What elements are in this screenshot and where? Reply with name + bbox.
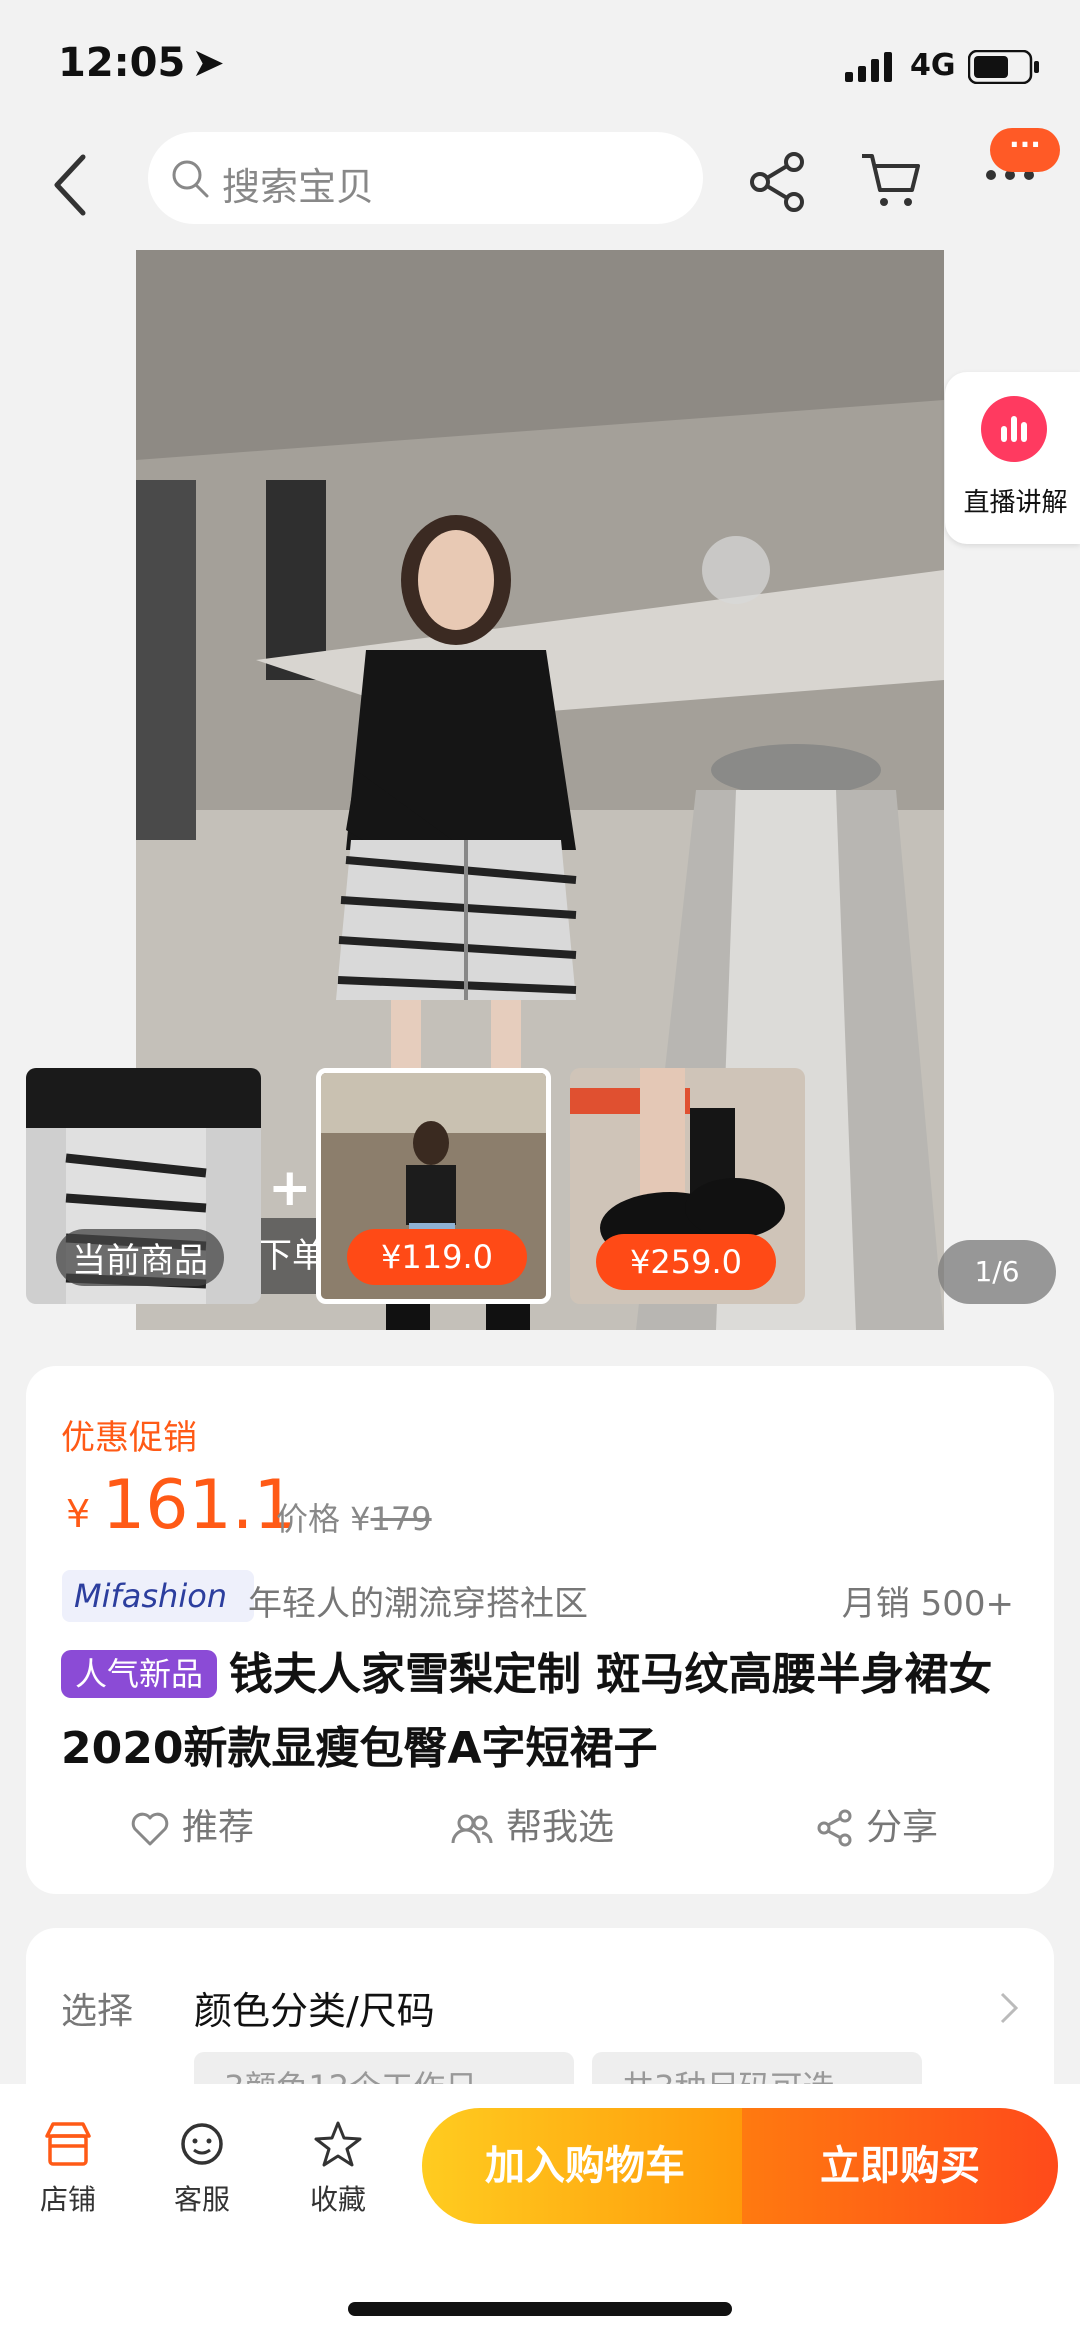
price-currency: ¥ <box>66 1492 91 1536</box>
heart-icon <box>131 1812 169 1846</box>
brand-name: ifashion <box>101 1577 228 1615</box>
share-icon[interactable] <box>748 150 808 214</box>
buy-now-button[interactable]: 立即购买 <box>742 2108 1058 2224</box>
recommend-label: 推荐 <box>182 1807 255 1848</box>
favorite-label: 收藏 <box>309 2183 366 2216</box>
network-type: 4G <box>910 48 956 83</box>
search-input[interactable]: 搜索宝贝 <box>148 132 703 224</box>
plus-icon: + <box>268 1158 312 1218</box>
shop-icon <box>45 2122 91 2166</box>
recommend-button[interactable]: 推荐 <box>130 1798 254 1850</box>
brand-logo-icon: Ⅿ <box>74 1577 102 1615</box>
back-icon[interactable] <box>45 145 95 225</box>
star-icon <box>314 2121 362 2167</box>
combo-item-thumb-1[interactable]: ¥119.0 <box>316 1068 551 1304</box>
current-price: 161.1 <box>102 1466 297 1545</box>
battery-icon <box>968 50 1039 84</box>
bottom-action-bar: 店铺 客服 收藏 加入购物车 立即购买 <box>0 2084 1080 2339</box>
message-badge[interactable]: ··· <box>990 128 1060 172</box>
share-small-icon <box>817 1809 852 1847</box>
original-price-value: 179 <box>370 1500 432 1538</box>
signal-icon <box>845 52 892 82</box>
promo-label: 优惠促销 <box>61 1418 197 1458</box>
status-bar: 12:05 ➤ 4G <box>0 0 1080 130</box>
shop-label: 店铺 <box>39 2183 96 2216</box>
new-tag: 人气新品 <box>61 1650 218 1698</box>
select-label: 选择 <box>61 1991 134 2032</box>
add-to-cart-button[interactable]: 加入购物车 <box>422 2108 748 2224</box>
service-label: 客服 <box>173 2183 230 2216</box>
customer-service-tab[interactable]: 客服 <box>152 2120 252 2218</box>
original-price: 价格 ¥179 <box>276 1494 432 1540</box>
combo-item-thumb-2[interactable]: ¥259.0 <box>570 1068 805 1304</box>
product-info-card: 优惠促销 ¥ 161.1 价格 ¥179 Ⅿifashion 年轻人的潮流穿搭社… <box>26 1366 1054 1894</box>
select-value: 颜色分类/尺码 <box>194 1989 435 2033</box>
brand-slogan: 年轻人的潮流穿搭社区 <box>248 1584 588 1624</box>
current-product-thumb[interactable]: 当前商品 <box>26 1068 261 1304</box>
status-time: 12:05 ➤ <box>58 40 225 86</box>
location-icon: ➤ <box>191 40 225 86</box>
live-label: 直播讲解 <box>963 488 1068 518</box>
people-icon <box>451 1814 493 1844</box>
brand-badge[interactable]: Ⅿifashion <box>62 1570 254 1622</box>
live-icon <box>981 396 1047 462</box>
live-explain-button[interactable]: 直播讲解 <box>945 372 1080 544</box>
current-product-label: 当前商品 <box>56 1229 224 1286</box>
chevron-right-icon <box>1000 1992 1019 2024</box>
share-label: 分享 <box>866 1807 939 1848</box>
monthly-sales: 月销 500+ <box>841 1584 1014 1624</box>
image-page-indicator: 1/6 <box>938 1240 1056 1304</box>
combo-price-2: ¥259.0 <box>596 1234 776 1290</box>
favorite-tab[interactable]: 收藏 <box>288 2120 388 2218</box>
product-title: 人气新品 钱夫人家雪梨定制 斑马纹高腰半身裙女2020新款显瘦包臀A字短裙子 <box>61 1638 1036 1786</box>
help-me-choose-label: 帮我选 <box>506 1807 615 1848</box>
cart-icon[interactable] <box>860 150 922 210</box>
combo-price-1: ¥119.0 <box>347 1229 527 1285</box>
help-me-choose-button[interactable]: 帮我选 <box>450 1798 614 1850</box>
share-button[interactable]: 分享 <box>816 1798 938 1850</box>
original-price-label: 价格 ¥ <box>276 1500 371 1538</box>
service-icon <box>181 2123 223 2165</box>
search-placeholder: 搜索宝贝 <box>222 165 375 209</box>
shop-tab[interactable]: 店铺 <box>18 2120 118 2218</box>
search-icon <box>172 160 209 198</box>
home-indicator <box>348 2302 732 2316</box>
